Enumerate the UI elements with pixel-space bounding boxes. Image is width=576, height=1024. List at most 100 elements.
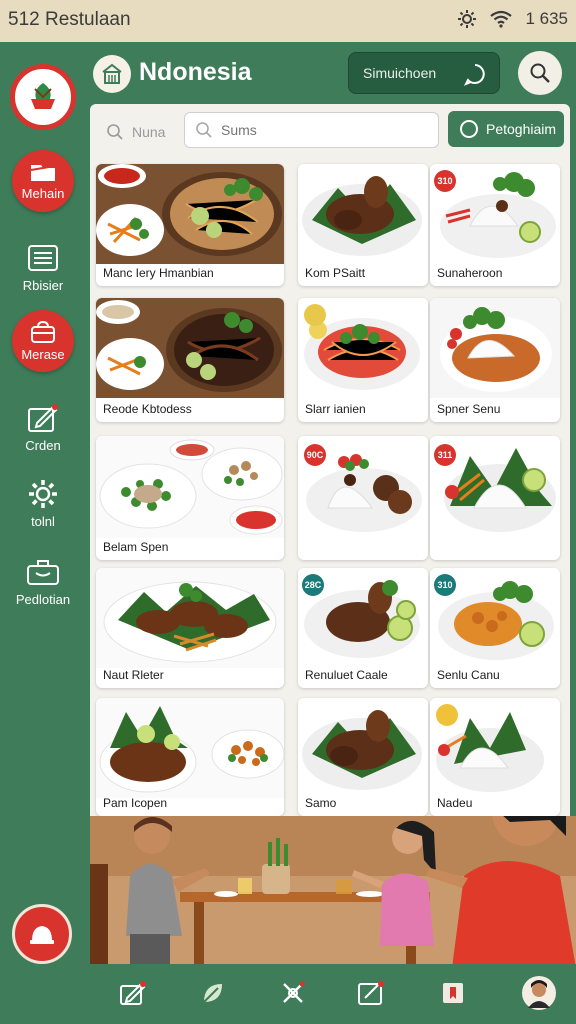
nav-tools-button[interactable] <box>276 976 310 1010</box>
bookmark-icon <box>443 983 463 1003</box>
bell-icon <box>30 926 54 944</box>
floating-action-button[interactable] <box>12 904 72 964</box>
home-button[interactable] <box>93 55 131 93</box>
search-icon <box>196 122 212 138</box>
tools-icon <box>283 981 305 1003</box>
menu-card[interactable]: 310 Senlu Canu <box>430 568 560 688</box>
menu-card[interactable]: Nadeu <box>430 698 560 816</box>
status-time: 1 635 <box>525 9 568 28</box>
search-icon <box>530 63 550 83</box>
sidebar-item-label: Mehain <box>21 186 65 201</box>
search-input[interactable] <box>221 122 421 138</box>
menu-card[interactable]: Samo <box>298 698 428 816</box>
settings-icon[interactable] <box>457 9 477 29</box>
dining-illustration <box>90 816 576 968</box>
price-badge: 310 <box>434 574 456 596</box>
status-title: 512 Restulaan <box>8 9 131 30</box>
filter-action-button[interactable]: Petoghiaim <box>448 111 564 147</box>
food-photo <box>96 164 284 264</box>
food-photo <box>96 698 284 798</box>
leaf-icon <box>203 984 222 1003</box>
chip-label: Nuna <box>132 124 166 140</box>
sidebar-item-label: Merase <box>21 347 65 362</box>
folder-icon <box>30 165 56 181</box>
menu-item-name: Spner Senu <box>437 402 501 416</box>
price-badge: 311 <box>434 444 456 466</box>
sidebar-item-label: tolnl <box>31 514 55 529</box>
sidebar-item-crden[interactable]: Crden <box>0 400 86 453</box>
sidebar-item-label: Rbisier <box>22 278 64 293</box>
bag-icon <box>31 320 55 343</box>
menu-card[interactable]: 90C <box>298 436 428 560</box>
menu-item-name: Belam Spen <box>103 540 169 554</box>
edit-icon <box>120 981 146 1005</box>
menu-card[interactable]: Kom PSaitt <box>298 164 428 286</box>
wifi-icon <box>489 10 513 28</box>
sidebar: Mehain Rbisier Merase Crden tolnl Pedlot… <box>0 42 90 1024</box>
menu-card[interactable]: 311 <box>430 436 560 560</box>
menu-item-name: Reode Kbtodess <box>103 402 192 416</box>
search-field[interactable] <box>184 112 439 148</box>
menu-card[interactable]: Reode Kbtodess <box>96 298 284 422</box>
avatar-icon <box>528 980 550 1008</box>
app-title: Ndonesia <box>139 58 252 86</box>
briefcase-icon <box>27 560 59 585</box>
restaurant-logo[interactable] <box>10 64 76 130</box>
sidebar-item-label: Pedlotian <box>15 592 71 607</box>
store-icon <box>102 63 122 84</box>
search-button[interactable] <box>518 51 562 95</box>
menu-item-name: Nadeu <box>437 796 473 810</box>
sidebar-item-merase[interactable]: Merase <box>0 310 86 372</box>
price-badge: 310 <box>434 170 456 192</box>
sidebar-item-label: Crden <box>25 438 61 453</box>
note-icon <box>358 981 384 1005</box>
nav-notes-button[interactable] <box>354 976 388 1010</box>
food-photo <box>96 298 284 398</box>
food-photo <box>430 298 560 398</box>
radio-icon <box>460 120 478 138</box>
menu-card[interactable]: Belam Spen <box>96 436 284 560</box>
menu-item-name: Senlu Canu <box>437 668 500 682</box>
simulation-button-label: Simuichoen <box>363 65 437 81</box>
gear-icon <box>29 480 57 508</box>
food-photo <box>298 164 428 264</box>
list-icon <box>28 245 58 271</box>
menu-card[interactable]: Spner Senu <box>430 298 560 422</box>
menu-card[interactable]: Slarr ianien <box>298 298 428 422</box>
menu-card[interactable]: Naut Rleter <box>96 568 284 688</box>
food-photo <box>96 436 284 538</box>
food-photo <box>298 698 428 798</box>
app-header: Ndonesia Simuichoen <box>90 42 576 104</box>
menu-card[interactable]: Manc Iery Hmanbian <box>96 164 284 286</box>
price-badge <box>436 704 458 726</box>
price-badge <box>304 304 326 326</box>
nav-edit-button[interactable] <box>116 976 150 1010</box>
filter-row: Nuna Petoghiaim <box>90 104 570 160</box>
menu-panel: Nuna Petoghiaim Manc Iery Hmanbian <box>90 104 570 816</box>
filter-action-label: Petoghiaim <box>486 121 557 137</box>
edit-icon <box>28 404 58 432</box>
menu-item-name: Naut Rleter <box>103 668 164 682</box>
price-badge: 90C <box>304 444 326 466</box>
user-avatar[interactable] <box>522 976 556 1010</box>
menu-item-name: Sunaheroon <box>437 266 503 280</box>
menu-card[interactable]: Pam Icopen <box>96 698 284 816</box>
menu-item-name: Slarr ianien <box>305 402 366 416</box>
chat-icon <box>463 64 485 86</box>
search-icon <box>107 124 123 140</box>
sidebar-item-mehain[interactable]: Mehain <box>0 150 86 212</box>
nav-bookmark-button[interactable] <box>436 976 470 1010</box>
status-bar: 512 Restulaan 1 635 <box>0 0 576 42</box>
menu-item-name: Pam Icopen <box>103 796 168 810</box>
menu-card[interactable]: 310 Sunaheroon <box>430 164 560 286</box>
menu-card[interactable]: 28C Renuluet Caale <box>298 568 428 688</box>
food-photo <box>96 568 284 668</box>
sidebar-item-tolnl[interactable]: tolnl <box>0 476 86 529</box>
sidebar-item-rbisier[interactable]: Rbisier <box>0 240 86 293</box>
simulation-button[interactable]: Simuichoen <box>348 52 500 94</box>
name-filter-chip[interactable]: Nuna <box>102 116 186 148</box>
nav-leaf-button[interactable] <box>196 976 230 1010</box>
price-badge: 28C <box>302 574 324 596</box>
sidebar-item-pedlotian[interactable]: Pedlotian <box>0 554 86 607</box>
bottom-nav <box>90 964 576 1024</box>
